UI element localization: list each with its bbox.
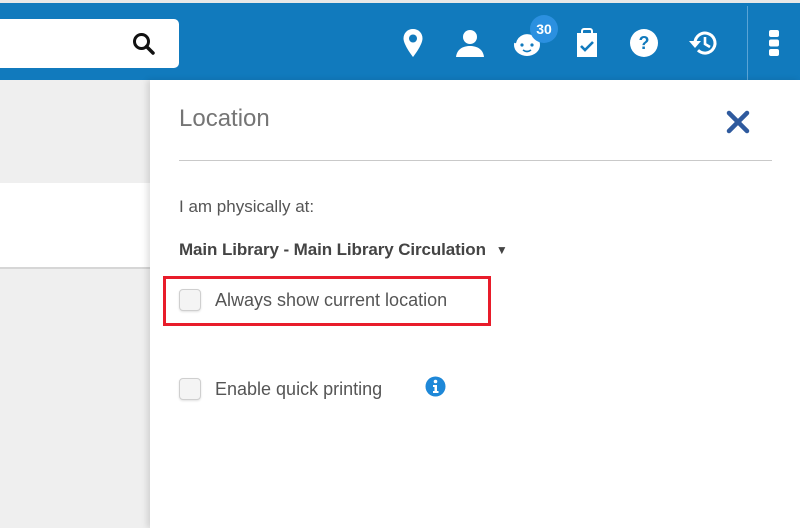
- search-box[interactable]: [0, 19, 179, 68]
- quick-printing-checkbox[interactable]: [179, 378, 201, 400]
- notification-badge: 30: [530, 15, 558, 43]
- quick-printing-label: Enable quick printing: [215, 378, 383, 399]
- help-icon[interactable]: ?: [628, 26, 660, 60]
- location-pin-icon[interactable]: [400, 26, 426, 60]
- info-icon[interactable]: [425, 376, 446, 397]
- panel-divider: [179, 160, 772, 161]
- clipboard-check-icon[interactable]: [573, 26, 601, 60]
- background-content: [0, 80, 150, 528]
- close-icon[interactable]: [725, 109, 751, 135]
- header-divider: [747, 6, 748, 83]
- search-icon[interactable]: [131, 31, 157, 57]
- always-show-location-option[interactable]: Always show current location: [179, 289, 447, 311]
- physically-at-label: I am physically at:: [179, 197, 315, 216]
- search-input[interactable]: [0, 19, 120, 68]
- header-bar: 30 ?: [0, 3, 800, 83]
- always-show-location-label: Always show current location: [215, 289, 448, 310]
- location-panel: Location I am physically at: Main Librar…: [150, 80, 800, 528]
- history-icon[interactable]: [686, 26, 720, 60]
- more-vertical-icon[interactable]: [764, 26, 784, 60]
- always-show-location-checkbox[interactable]: [179, 289, 201, 311]
- quick-printing-option[interactable]: Enable quick printing: [179, 378, 382, 400]
- svg-text:?: ?: [639, 33, 650, 53]
- panel-title: Location: [179, 105, 270, 132]
- background-card: [0, 183, 150, 269]
- user-icon[interactable]: [454, 26, 486, 60]
- location-select[interactable]: Main Library - Main Library Circulation …: [179, 240, 508, 260]
- caret-down-icon: ▼: [495, 243, 508, 257]
- location-select-value: Main Library - Main Library Circulation: [179, 240, 486, 259]
